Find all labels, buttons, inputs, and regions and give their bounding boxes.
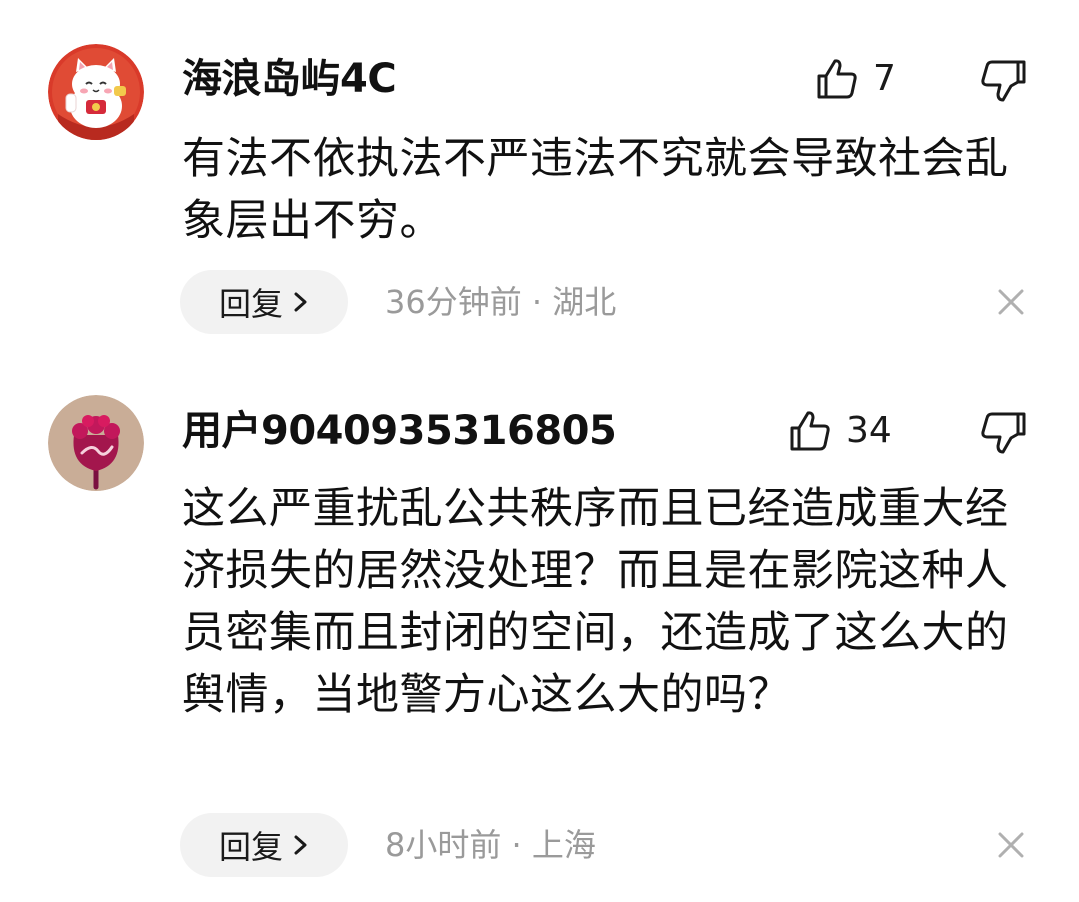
comment-text: 这么严重扰乱公共秩序而且已经造成重大经济损失的居然没处理？而且是在影院这种人员密… (182, 484, 1009, 720)
close-icon (998, 832, 1024, 858)
close-button[interactable] (996, 830, 1026, 860)
comment-item: 用户9040935316805 34 这么严重扰乱公共秩序而且已经造成重大经济损… (0, 0, 1079, 902)
like-button[interactable]: 34 (788, 407, 892, 455)
avatar[interactable] (48, 395, 144, 491)
thumbs-down-icon (981, 412, 1026, 454)
flower-avatar-icon (48, 395, 144, 491)
chevron-right-icon (294, 835, 307, 855)
reply-button[interactable]: 回复 (180, 813, 348, 877)
thumbs-up-icon (790, 411, 830, 451)
like-count: 34 (846, 410, 892, 451)
time-location: 8小时前 · 上海 (385, 826, 596, 864)
username[interactable]: 用户9040935316805 (182, 407, 617, 455)
dislike-button[interactable] (978, 410, 1026, 458)
reply-label: 回复 (218, 828, 283, 866)
